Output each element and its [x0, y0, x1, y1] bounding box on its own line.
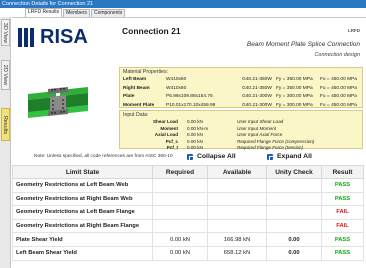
available-value	[207, 218, 267, 234]
result-badge: PASS	[321, 178, 364, 193]
result-badge: PASS	[321, 232, 364, 247]
available-value: 166.98 kN	[207, 232, 267, 247]
side-tab-bar: 3D View 2D View Results	[0, 17, 11, 268]
collapse-icon	[187, 154, 193, 160]
table-row[interactable]: Geometry Restrictions at Right Beam Flan…	[12, 218, 364, 234]
result-badge: PASS	[321, 191, 364, 207]
input-data-box: Input Data: Shear Load 0.00 kN User Inpu…	[119, 110, 363, 150]
collapse-all-label: Collapse All	[197, 153, 236, 160]
tab-components[interactable]: Components	[90, 9, 126, 17]
expand-all-label: Expand All	[277, 153, 312, 160]
table-row[interactable]: Geometry Restrictions at Right Beam Web …	[12, 191, 364, 207]
connection-3d-model	[28, 87, 88, 118]
side-tab-3d-view[interactable]: 3D View	[1, 19, 10, 46]
report-panel: RISA Connection 21 LRFD Beam Moment Plat…	[12, 17, 366, 268]
unity-check-value	[266, 191, 322, 207]
side-tab-label: 2D View	[2, 64, 9, 86]
logo-text: RISA	[40, 26, 88, 48]
required-value	[152, 178, 208, 193]
connection-type: Beam Moment Plate Splice Connection	[246, 41, 360, 48]
connection-title: Connection 21	[122, 26, 181, 36]
code-reference-note: Note: Unless specified, all code referen…	[34, 154, 173, 159]
limit-state-name: Geometry Restrictions at Left Beam Web	[12, 178, 153, 193]
limit-state-name: Geometry Restrictions at Right Beam Flan…	[12, 218, 153, 234]
tab-lrfd-results[interactable]: LRFD Results	[25, 8, 63, 17]
available-value	[207, 191, 267, 207]
header-result: Result	[321, 165, 364, 179]
header-unity-check: Unity Check	[266, 165, 322, 179]
expand-icon	[267, 154, 273, 160]
expand-all-button[interactable]: Expand All	[267, 152, 312, 162]
required-value: 0.00 kN	[152, 245, 208, 261]
limit-state-name: Geometry Restrictions at Right Beam Web	[12, 191, 153, 207]
window-title: Connection Details for Connection 21	[0, 0, 366, 8]
table-row[interactable]: Geometry Restrictions at Left Beam Flang…	[12, 205, 364, 220]
limit-state-name: Geometry Restrictions at Left Beam Flang…	[12, 205, 153, 220]
unity-check-value	[266, 218, 322, 234]
result-badge: PASS	[321, 245, 364, 261]
material-properties-box: Material Properties: Left Beam W410x60 G…	[119, 67, 363, 108]
results-table: Limit State Required Available Unity Che…	[12, 165, 364, 261]
required-value: 0.00 kN	[152, 232, 208, 247]
unity-check-value: 0.00	[266, 245, 322, 261]
logo-mark-icon	[18, 28, 38, 47]
available-value	[207, 178, 267, 193]
risa-logo: RISA	[18, 26, 88, 49]
result-badge: FAIL	[321, 205, 364, 220]
header-required: Required	[152, 165, 208, 179]
tab-bar: LRFD Results Members Components	[25, 8, 126, 17]
table-row[interactable]: Geometry Restrictions at Left Beam Web P…	[12, 178, 364, 193]
available-value	[207, 205, 267, 220]
side-tab-label: Results	[2, 115, 9, 134]
required-value	[152, 218, 208, 234]
collapse-all-button[interactable]: Collapse All	[187, 152, 236, 162]
required-value	[152, 205, 208, 220]
side-tab-label: 3D View	[2, 22, 9, 43]
result-badge: FAIL	[321, 218, 364, 234]
side-tab-2d-view[interactable]: 2D View	[1, 60, 10, 90]
side-tab-results[interactable]: Results	[1, 108, 10, 141]
header-limit-state: Limit State	[12, 165, 153, 179]
limit-state-name: Plate Shear Yield	[12, 232, 153, 247]
input-row: Pcf_t 0.00 kN Required Flange Force (ten…	[166, 145, 304, 150]
table-row[interactable]: Plate Shear Yield 0.00 kN 166.98 kN 0.00…	[12, 232, 364, 247]
table-row[interactable]: Left Beam Shear Yield 0.00 kN 658.12 kN …	[12, 245, 364, 261]
unity-check-value	[266, 178, 322, 193]
limit-state-name: Left Beam Shear Yield	[12, 245, 153, 261]
required-value	[152, 191, 208, 207]
report-subtitle: Connection design	[314, 52, 360, 58]
design-code-label: LRFD	[348, 28, 360, 33]
results-header-row: Limit State Required Available Unity Che…	[12, 165, 364, 179]
material-row: Moment Plate P10.01x170.10x459.99 G40.21…	[123, 102, 357, 108]
available-value: 658.12 kN	[207, 245, 267, 261]
unity-check-value: 0.00	[266, 232, 322, 247]
tab-members[interactable]: Members	[63, 9, 90, 17]
splice-plate-icon	[48, 87, 68, 116]
header-available: Available	[207, 165, 267, 179]
results-toolbar: Note: Unless specified, all code referen…	[12, 151, 366, 163]
unity-check-value	[266, 205, 322, 220]
